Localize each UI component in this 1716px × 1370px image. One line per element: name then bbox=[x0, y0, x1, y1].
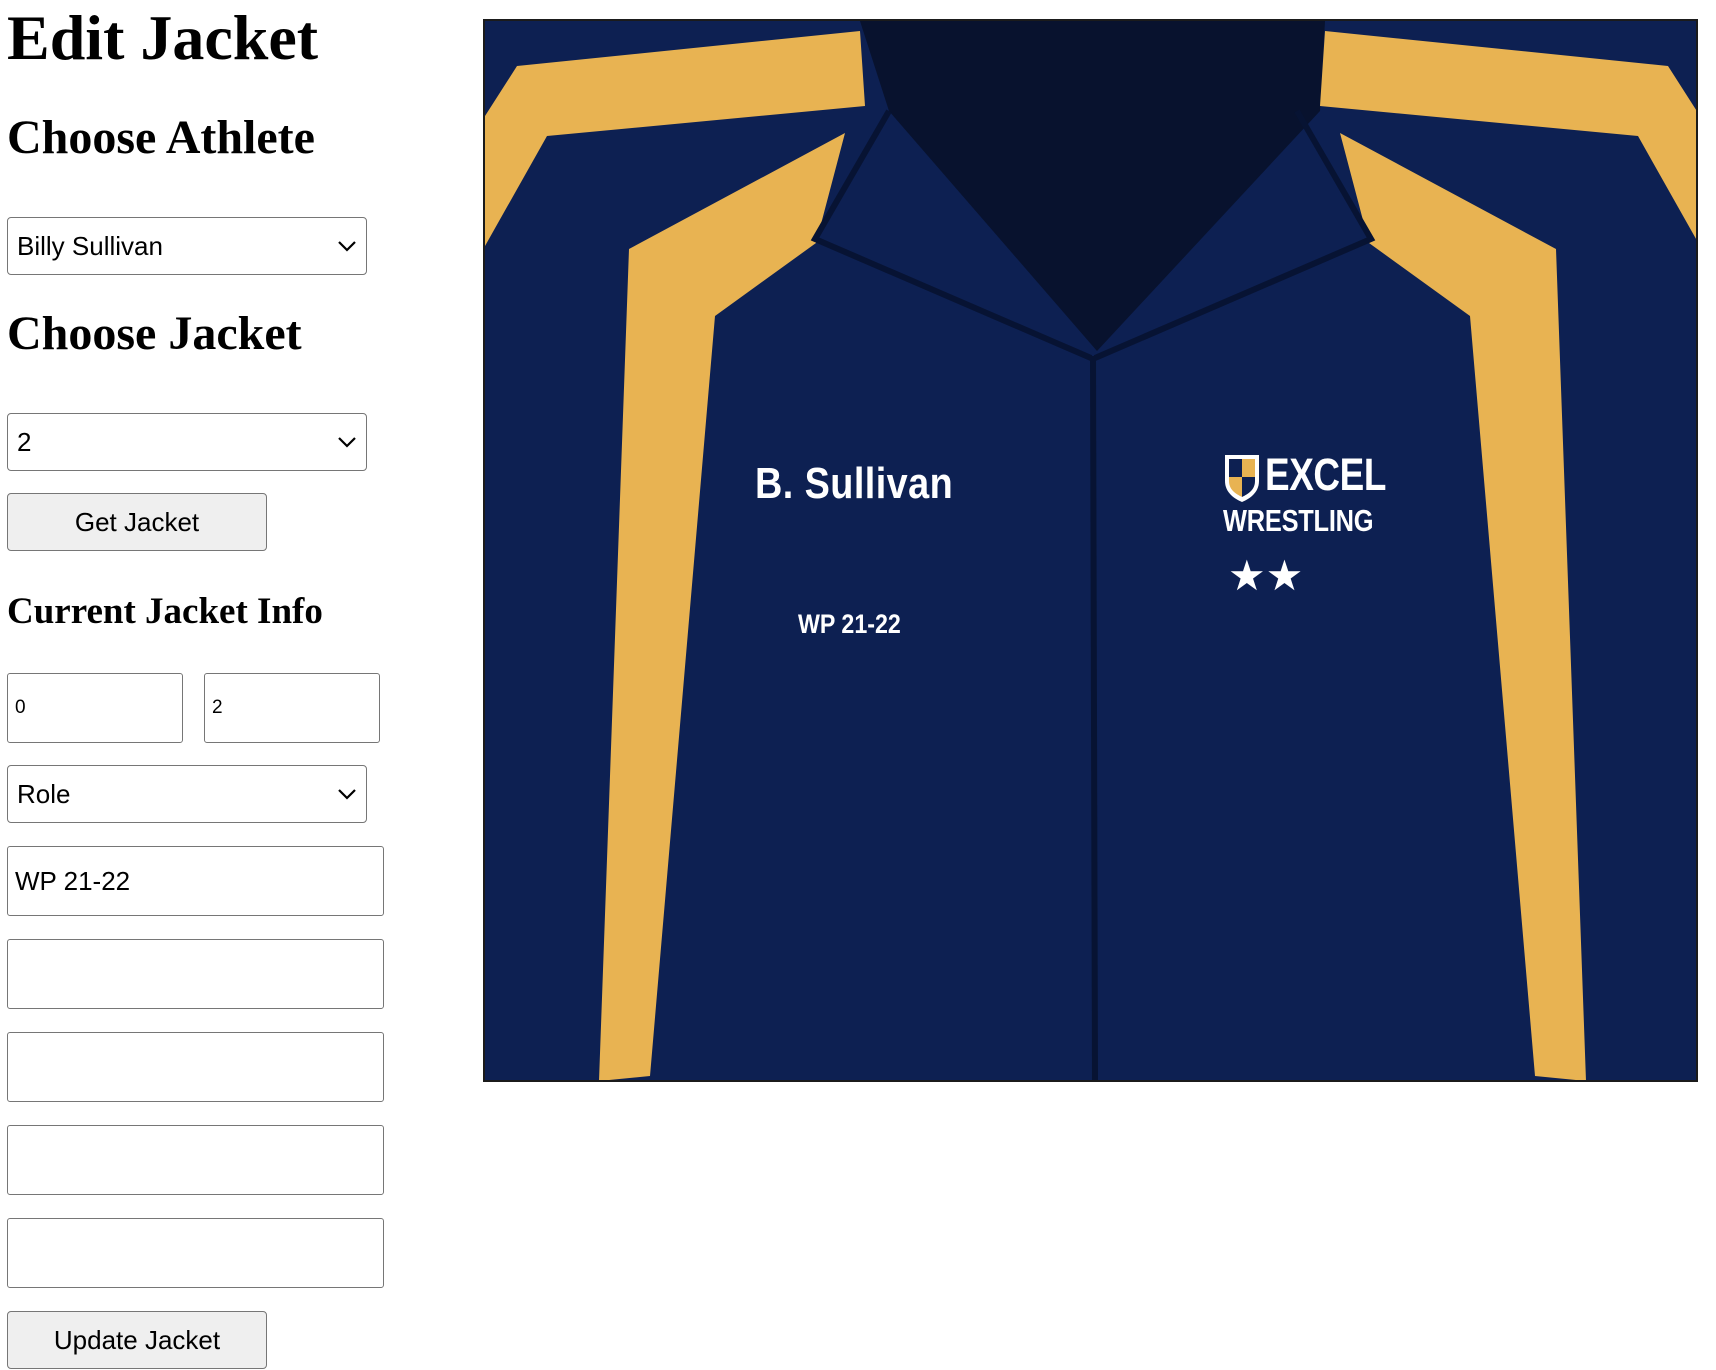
current-jacket-info-heading: Current Jacket Info bbox=[7, 591, 323, 632]
role-select-value: Role bbox=[17, 778, 71, 809]
shield-icon bbox=[1225, 455, 1259, 502]
page-title: Edit Jacket bbox=[7, 2, 319, 73]
jacket-text-line-5-input[interactable] bbox=[7, 1218, 384, 1288]
zipper-seam bbox=[1090, 355, 1098, 1080]
athlete-select[interactable]: Billy Sullivan bbox=[7, 217, 367, 275]
excel-wrestling-logo: EXCEL WRESTLING bbox=[1223, 449, 1413, 543]
logo-excel-text: EXCEL bbox=[1265, 449, 1386, 500]
jacket-preview: B. Sullivan WP 21-22 EXCEL WRESTLING ★★ bbox=[483, 19, 1698, 1082]
get-jacket-button[interactable]: Get Jacket bbox=[7, 493, 267, 551]
chevron-down-icon bbox=[338, 789, 356, 800]
jacket-field-b-input[interactable]: 2 bbox=[204, 673, 380, 743]
role-select[interactable]: Role bbox=[7, 765, 367, 823]
jacket-name-text: B. Sullivan bbox=[755, 459, 954, 508]
jacket-text-line-4-input[interactable] bbox=[7, 1125, 384, 1195]
athlete-select-value: Billy Sullivan bbox=[17, 230, 163, 261]
logo-wrestling-text: WRESTLING bbox=[1223, 503, 1374, 538]
jacket-select-value: 2 bbox=[17, 426, 32, 457]
jacket-text-line-3-input[interactable] bbox=[7, 1032, 384, 1102]
jacket-graphic bbox=[485, 21, 1696, 1080]
chevron-down-icon bbox=[338, 437, 356, 448]
star-rating: ★★ bbox=[1228, 551, 1304, 600]
choose-jacket-heading: Choose Jacket bbox=[7, 307, 302, 360]
jacket-text-line-1-input[interactable]: WP 21-22 bbox=[7, 846, 384, 916]
jacket-year-text: WP 21-22 bbox=[798, 609, 901, 639]
jacket-field-a-input[interactable]: 0 bbox=[7, 673, 183, 743]
choose-athlete-heading: Choose Athlete bbox=[7, 111, 315, 164]
jacket-text-line-2-input[interactable] bbox=[7, 939, 384, 1009]
chevron-down-icon bbox=[338, 241, 356, 252]
jacket-select[interactable]: 2 bbox=[7, 413, 367, 471]
update-jacket-button[interactable]: Update Jacket bbox=[7, 1311, 267, 1369]
